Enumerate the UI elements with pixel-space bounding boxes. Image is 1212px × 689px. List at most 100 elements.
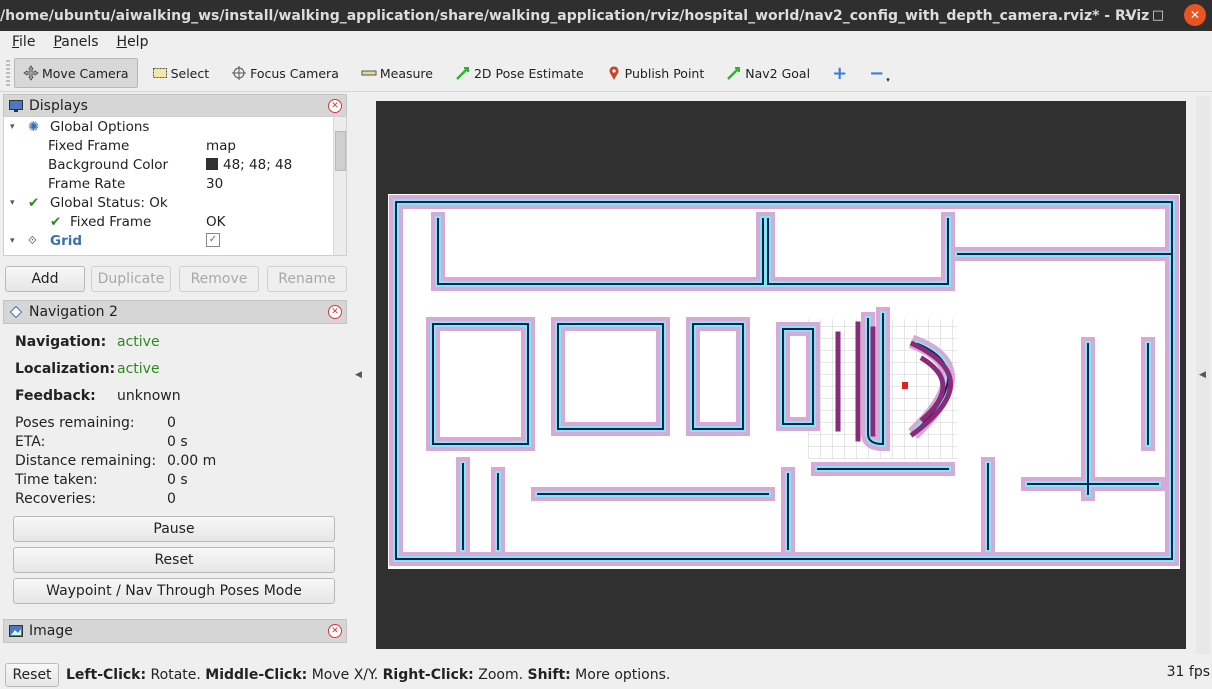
nav2-goal-tool[interactable]: Nav2 Goal <box>718 59 818 87</box>
status-label: Navigation: <box>15 334 107 350</box>
stat-distance-remaining: Distance remaining: 0.00 m <box>15 453 216 469</box>
stat-value: 0 s <box>167 434 188 450</box>
view-reset-button[interactable]: Reset <box>5 662 59 687</box>
reset-button[interactable]: Reset <box>13 547 335 573</box>
tree-row-background-color[interactable]: Background Color 48; 48; 48 <box>4 155 334 174</box>
stat-poses-remaining: Poses remaining: 0 <box>15 415 176 431</box>
tree-name: Grid <box>50 232 83 249</box>
menu-panels[interactable]: Panels <box>41 34 104 50</box>
tree-row-grid[interactable]: ▾ ⟐ Grid ✓ <box>4 231 334 250</box>
map-pin-icon <box>606 65 622 81</box>
toolbar-grip[interactable] <box>6 60 10 86</box>
publish-point-label: Publish Point <box>624 65 705 81</box>
close-window-button[interactable]: ✕ <box>1184 4 1206 26</box>
close-icon: ✕ <box>331 626 339 636</box>
tree-row-fixed-frame-status[interactable]: ✔ Fixed Frame OK <box>4 212 334 231</box>
add-button[interactable]: Add <box>5 266 85 292</box>
select-icon <box>152 65 168 81</box>
measure-tool[interactable]: Measure <box>353 59 441 87</box>
menu-file[interactable]: File <box>0 34 41 50</box>
feedback-status: Feedback: unknown <box>15 388 181 404</box>
hint-key: Shift: <box>527 666 571 683</box>
tree-name: Global Status: Ok <box>50 194 168 211</box>
maximize-icon: □ <box>1151 8 1165 23</box>
move-camera-label: Move Camera <box>42 65 129 81</box>
tree-scroll-thumb[interactable] <box>335 131 346 171</box>
close-icon: ✕ <box>331 101 339 111</box>
publish-point-tool[interactable]: Publish Point <box>598 59 713 87</box>
hint-key: Left-Click: <box>66 666 147 683</box>
map-drawing <box>389 195 1179 566</box>
tree-value-color[interactable]: 48; 48; 48 <box>206 157 292 173</box>
tree-scrollbar[interactable] <box>333 117 346 255</box>
maximize-button[interactable]: □ <box>1144 0 1172 31</box>
chevron-down-icon: ▾ <box>886 76 890 84</box>
stat-label: Recoveries: <box>15 491 97 507</box>
focus-camera-tool[interactable]: Focus Camera <box>223 59 347 87</box>
minus-icon: − <box>869 62 885 84</box>
navigation-status: Navigation: active <box>15 334 160 350</box>
occupancy-map <box>388 194 1180 569</box>
remove-button[interactable]: Remove <box>179 266 259 292</box>
close-panel-button[interactable]: ✕ <box>328 305 342 319</box>
hint-text: Zoom. <box>473 666 528 683</box>
pause-button[interactable]: Pause <box>13 516 335 542</box>
grid-enable-checkbox[interactable]: ✓ <box>206 233 220 247</box>
diamond-icon <box>9 306 23 318</box>
tree-value[interactable]: map <box>206 138 236 154</box>
minimize-button[interactable]: – <box>1114 0 1142 31</box>
localization-status: Localization: active <box>15 361 160 377</box>
tree-name: Background Color <box>48 156 169 173</box>
stat-label: Time taken: <box>15 472 98 488</box>
waypoint-mode-button[interactable]: Waypoint / Nav Through Poses Mode <box>13 578 335 604</box>
tree-row-global-status[interactable]: ▾ ✔ Global Status: Ok <box>4 193 334 212</box>
stat-label: Distance remaining: <box>15 453 157 469</box>
status-bar: Reset Left-Click: Rotate. Middle-Click: … <box>0 660 1212 689</box>
close-panel-button[interactable]: ✕ <box>328 99 342 113</box>
collapse-left-icon[interactable]: ◀ <box>355 370 362 380</box>
pose-estimate-tool[interactable]: 2D Pose Estimate <box>447 59 592 87</box>
tree-value[interactable]: 30 <box>206 176 223 192</box>
collapse-right-icon[interactable]: ◀ <box>1199 370 1206 380</box>
close-panel-button[interactable]: ✕ <box>328 624 342 638</box>
select-tool[interactable]: Select <box>144 59 218 87</box>
add-tool-button[interactable]: + <box>824 59 855 87</box>
image-title: Image <box>29 623 73 639</box>
grid-icon: ⟐ <box>28 233 37 247</box>
menu-help[interactable]: Help <box>105 34 155 50</box>
hint-text: More options. <box>570 666 671 683</box>
remove-tool-button[interactable]: − ▾ <box>861 59 898 87</box>
tree-name: Fixed Frame <box>70 213 152 230</box>
stat-value: 0 <box>167 415 176 431</box>
rename-button[interactable]: Rename <box>267 266 347 292</box>
displays-title: Displays <box>29 98 88 114</box>
mouse-hint: Left-Click: Rotate. Middle-Click: Move X… <box>66 667 670 683</box>
stat-label: ETA: <box>15 434 46 450</box>
move-camera-tool[interactable]: Move Camera <box>14 58 138 88</box>
tree-row-frame-rate[interactable]: Frame Rate 30 <box>4 174 334 193</box>
status-value: unknown <box>117 388 181 404</box>
chevron-down-icon[interactable]: ▾ <box>10 198 15 208</box>
toolbar: Move Camera Select Focus Camera Measure … <box>0 55 1212 92</box>
select-label: Select <box>170 65 210 81</box>
hint-key: Middle-Click: <box>205 666 308 683</box>
window-title: /home/ubuntu/aiwalking_ws/install/walkin… <box>0 7 1150 24</box>
focus-camera-icon <box>231 65 247 81</box>
tree-row-fixed-frame[interactable]: Fixed Frame map <box>4 136 334 155</box>
image-panel-header: Image ✕ <box>3 619 347 643</box>
navigation-title: Navigation 2 <box>29 304 118 320</box>
focus-camera-label: Focus Camera <box>250 65 339 81</box>
arrow-green-icon <box>455 65 471 81</box>
minimize-icon: – <box>1124 8 1132 23</box>
image-icon <box>9 625 23 637</box>
chevron-down-icon[interactable]: ▾ <box>10 236 15 246</box>
tree-row-global-options[interactable]: ▾ ✺ Global Options <box>4 117 334 136</box>
chevron-down-icon[interactable]: ▾ <box>10 122 15 132</box>
window-titlebar: /home/ubuntu/aiwalking_ws/install/walkin… <box>0 0 1212 31</box>
close-icon: ✕ <box>1189 8 1201 22</box>
render-viewport[interactable] <box>376 101 1186 649</box>
fps-readout: 31 fps <box>1166 664 1210 680</box>
status-value: active <box>117 334 160 350</box>
duplicate-button[interactable]: Duplicate <box>91 266 171 292</box>
displays-tree[interactable]: ▾ ✺ Global Options Fixed Frame map Backg… <box>3 116 347 256</box>
